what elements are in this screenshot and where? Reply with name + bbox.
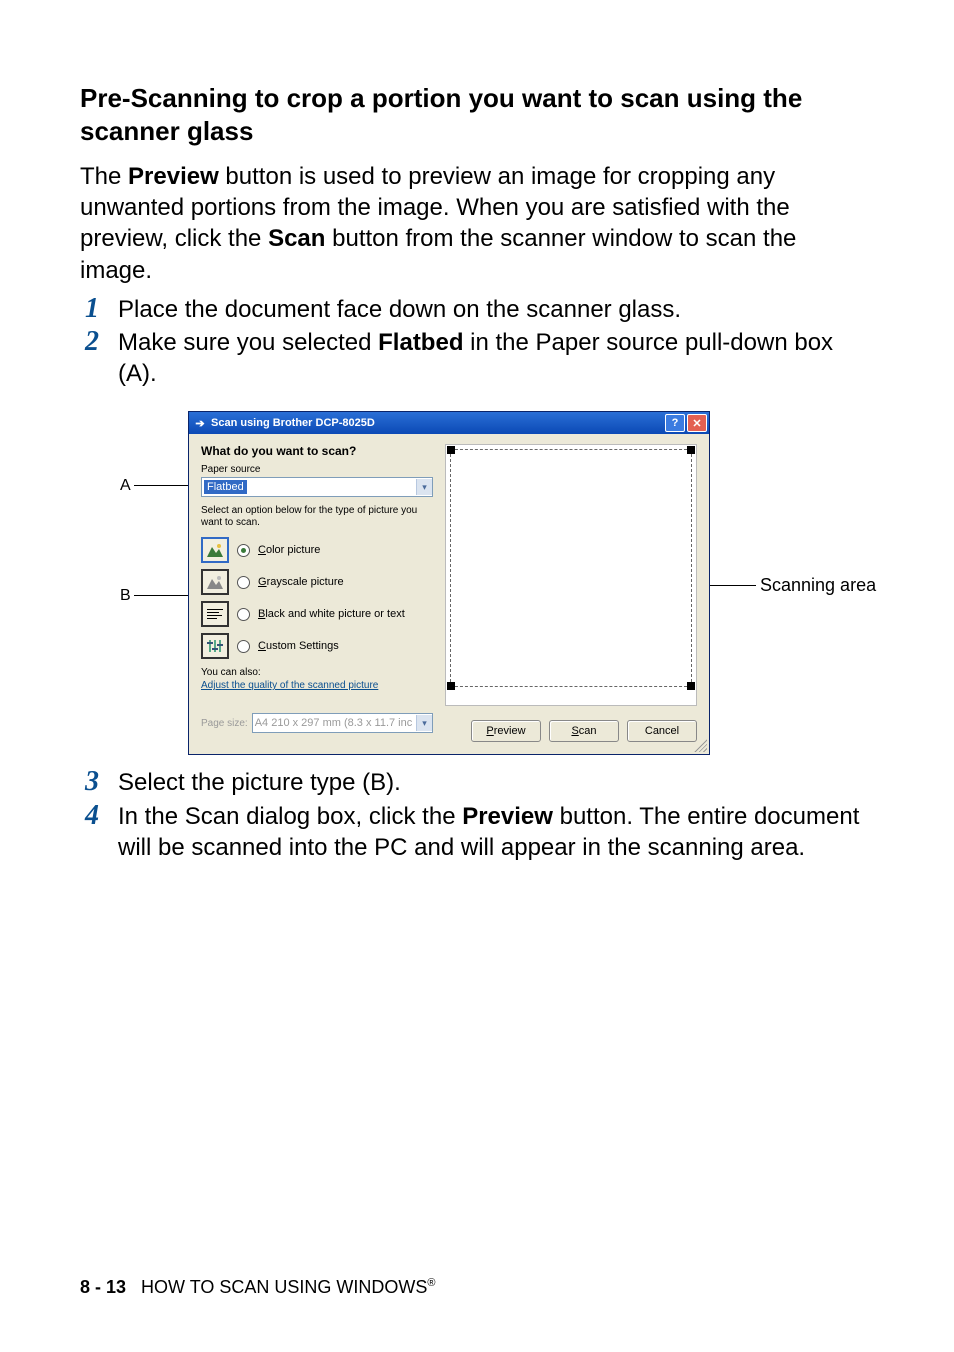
radio-custom[interactable] — [237, 640, 250, 653]
option-custom-settings[interactable]: Custom Settings — [201, 633, 433, 659]
app-icon: ➔ — [193, 416, 207, 430]
callout-label-scanning-area: Scanning area — [760, 575, 876, 596]
paper-source-value: Flatbed — [204, 480, 247, 494]
t: Preview — [462, 803, 553, 830]
crop-rectangle[interactable] — [450, 449, 692, 687]
page-size-value: A4 210 x 297 mm (8.3 x 11.7 inc — [255, 717, 413, 729]
scan-button[interactable]: Scan — [549, 720, 619, 742]
step-number-1: 1 — [80, 294, 104, 325]
option-bw-label: Black and white picture or text — [258, 608, 405, 620]
intro-paragraph: The Preview button is used to preview an… — [80, 161, 874, 286]
color-picture-icon — [201, 537, 229, 563]
step-4-text: In the Scan dialog box, click the Previe… — [118, 801, 874, 863]
crop-handle-bl[interactable] — [447, 682, 455, 690]
cancel-button[interactable]: Cancel — [627, 720, 697, 742]
page-size-select: A4 210 x 297 mm (8.3 x 11.7 inc ▾ — [252, 713, 433, 733]
step-number-3: 3 — [80, 767, 104, 798]
dialog-heading: What do you want to scan? — [201, 444, 433, 458]
callout-label-b: B — [120, 587, 131, 605]
crop-handle-tl[interactable] — [447, 446, 455, 454]
step-number-4: 4 — [80, 801, 104, 832]
adjust-quality-link[interactable]: Adjust the quality of the scanned pictur… — [201, 680, 378, 691]
page-number: 8 - 13 — [80, 1277, 126, 1297]
option-grayscale-label: Grayscale picture — [258, 576, 344, 588]
t: In the Scan dialog box, click the — [118, 803, 462, 830]
page-size-label: Page size: — [201, 718, 248, 729]
paper-source-label: Paper source — [201, 464, 433, 475]
option-custom-label: Custom Settings — [258, 640, 339, 652]
step-2-text: Make sure you selected Flatbed in the Pa… — [118, 327, 874, 389]
step-1-text: Place the document face down on the scan… — [118, 294, 681, 325]
footer-text: HOW TO SCAN USING WINDOWS — [141, 1277, 427, 1297]
section-heading: Pre-Scanning to crop a portion you want … — [80, 82, 874, 147]
paper-source-select[interactable]: Flatbed ▾ — [201, 477, 433, 497]
custom-settings-icon — [201, 633, 229, 659]
t: Flatbed — [378, 329, 463, 356]
preview-button[interactable]: Preview — [471, 720, 541, 742]
grayscale-picture-icon — [201, 569, 229, 595]
option-color-picture[interactable]: Color picture — [201, 537, 433, 563]
chevron-down-icon: ▾ — [416, 715, 432, 731]
page-footer: 8 - 13 HOW TO SCAN USING WINDOWS® — [80, 1277, 436, 1298]
t: Make sure you selected — [118, 329, 378, 356]
crop-handle-tr[interactable] — [687, 446, 695, 454]
callout-label-a: A — [120, 477, 131, 495]
resize-grip-icon[interactable] — [693, 738, 707, 752]
t: Preview — [128, 163, 219, 190]
step-3-text: Select the picture type (B). — [118, 767, 401, 798]
crop-handle-br[interactable] — [687, 682, 695, 690]
select-option-note: Select an option below for the type of p… — [201, 505, 433, 529]
dialog-titlebar[interactable]: ➔ Scan using Brother DCP-8025D ? ✕ — [189, 412, 709, 434]
option-bw-picture[interactable]: Black and white picture or text — [201, 601, 433, 627]
registered-mark: ® — [427, 1277, 435, 1289]
leader-line-b — [134, 595, 188, 596]
chevron-down-icon[interactable]: ▾ — [416, 479, 432, 495]
you-can-also-label: You can also: — [201, 667, 433, 678]
radio-color[interactable] — [237, 544, 250, 557]
bw-text-icon — [201, 601, 229, 627]
dialog-title: Scan using Brother DCP-8025D — [211, 417, 375, 429]
t: Scan — [268, 225, 325, 252]
close-button[interactable]: ✕ — [687, 414, 707, 432]
t: The — [80, 163, 128, 190]
scanning-preview-area[interactable] — [445, 444, 697, 706]
radio-bw[interactable] — [237, 608, 250, 621]
option-color-label: Color picture — [258, 544, 320, 556]
option-grayscale-picture[interactable]: Grayscale picture — [201, 569, 433, 595]
step-number-2: 2 — [80, 327, 104, 358]
help-button[interactable]: ? — [665, 414, 685, 432]
scan-dialog-window: ➔ Scan using Brother DCP-8025D ? ✕ What … — [188, 411, 710, 755]
leader-line-a — [134, 485, 188, 486]
radio-grayscale[interactable] — [237, 576, 250, 589]
